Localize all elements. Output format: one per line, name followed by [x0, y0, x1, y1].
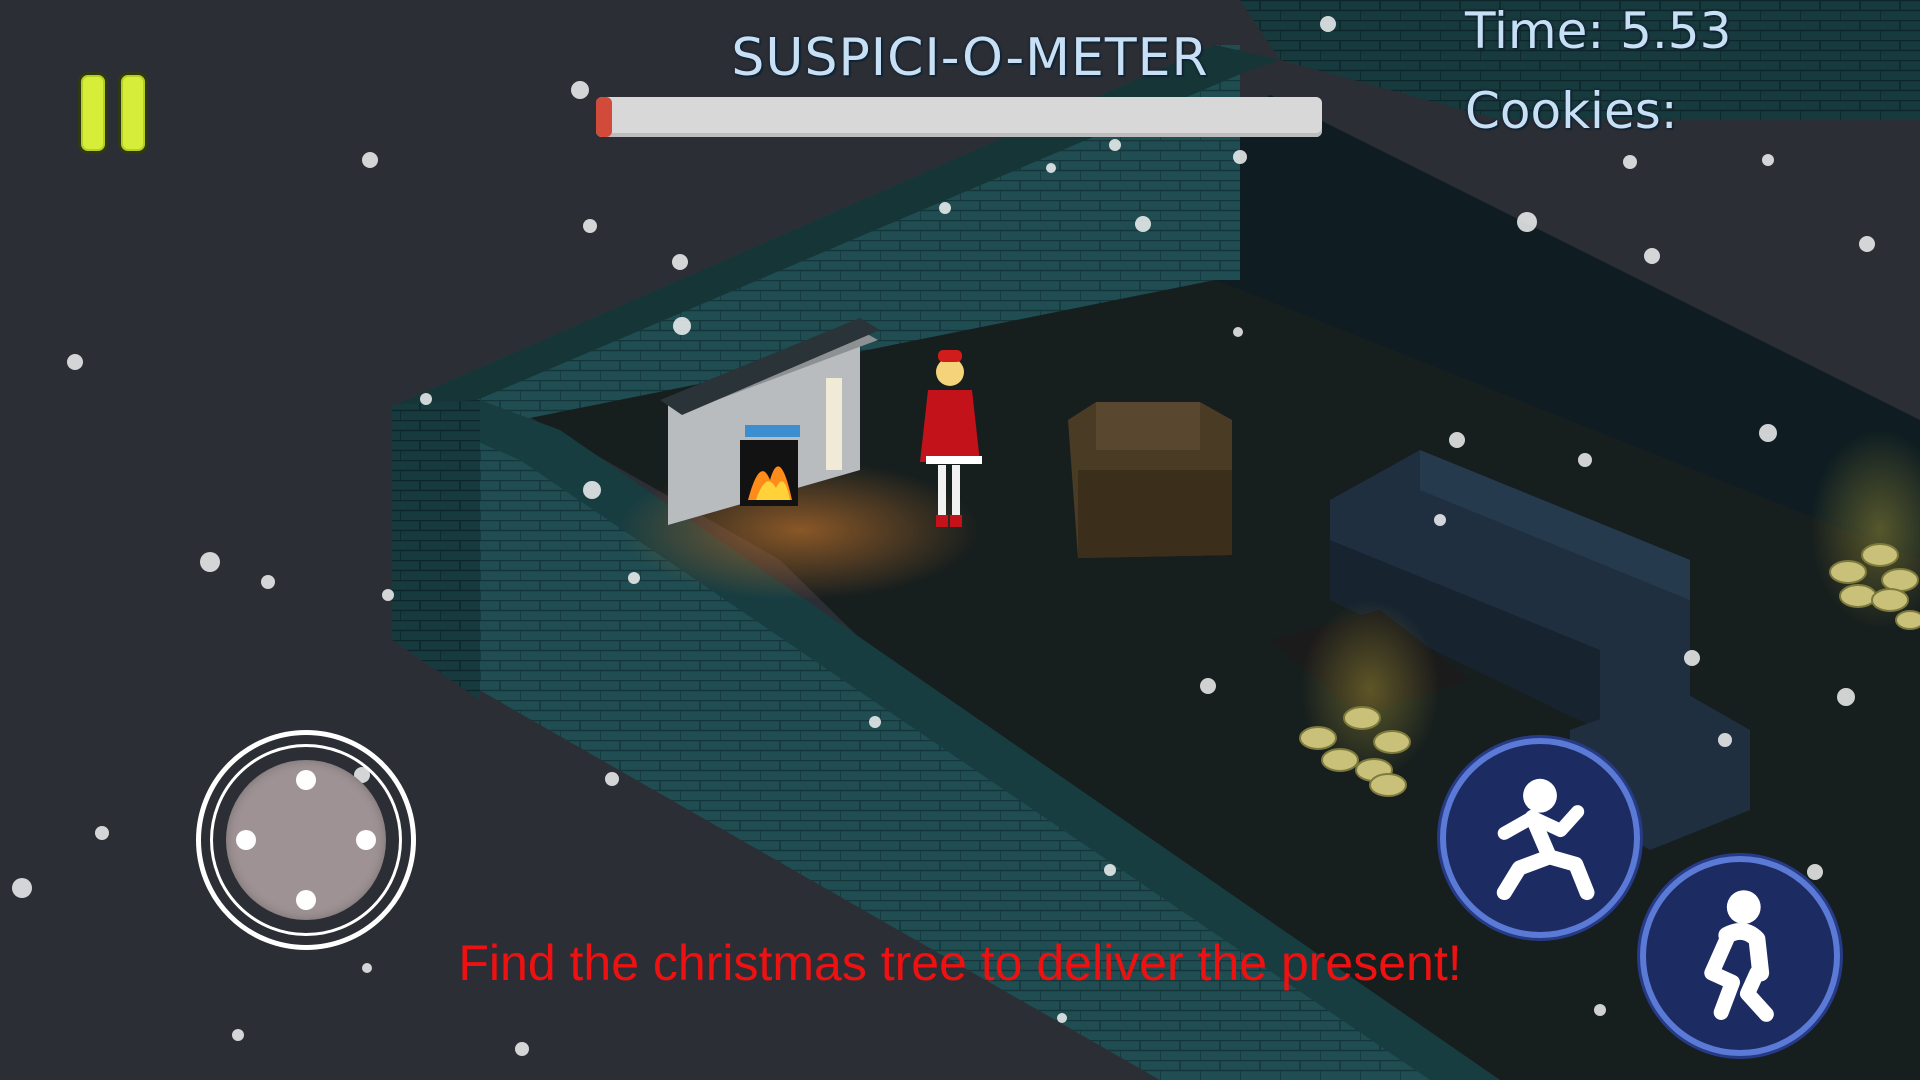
jump-button[interactable]: [1440, 738, 1640, 938]
joystick-dot-down: [296, 890, 316, 910]
virtual-joystick[interactable]: [196, 730, 416, 950]
joystick-dot-left: [236, 830, 256, 850]
pause-icon-bar: [118, 72, 148, 154]
joystick-dot-up: [296, 770, 316, 790]
joystick-dot-right: [356, 830, 376, 850]
crouching-person-icon: [1704, 890, 1774, 1022]
suspicion-meter-title: SUSPICI-O-METER: [731, 28, 1209, 88]
pause-icon: [78, 72, 108, 154]
cookies-counter: Cookies:: [1465, 82, 1678, 140]
objective-message: Find the christmas tree to deliver the p…: [458, 935, 1462, 991]
crouch-button[interactable]: [1640, 856, 1840, 1056]
pause-button[interactable]: [78, 72, 150, 154]
suspicion-meter-fill: [596, 97, 612, 137]
jumping-person-icon: [1496, 778, 1595, 901]
time-counter: Time: 5.53: [1465, 2, 1732, 60]
joystick-knob[interactable]: [226, 760, 386, 920]
suspicion-meter-bar: [596, 97, 1322, 137]
